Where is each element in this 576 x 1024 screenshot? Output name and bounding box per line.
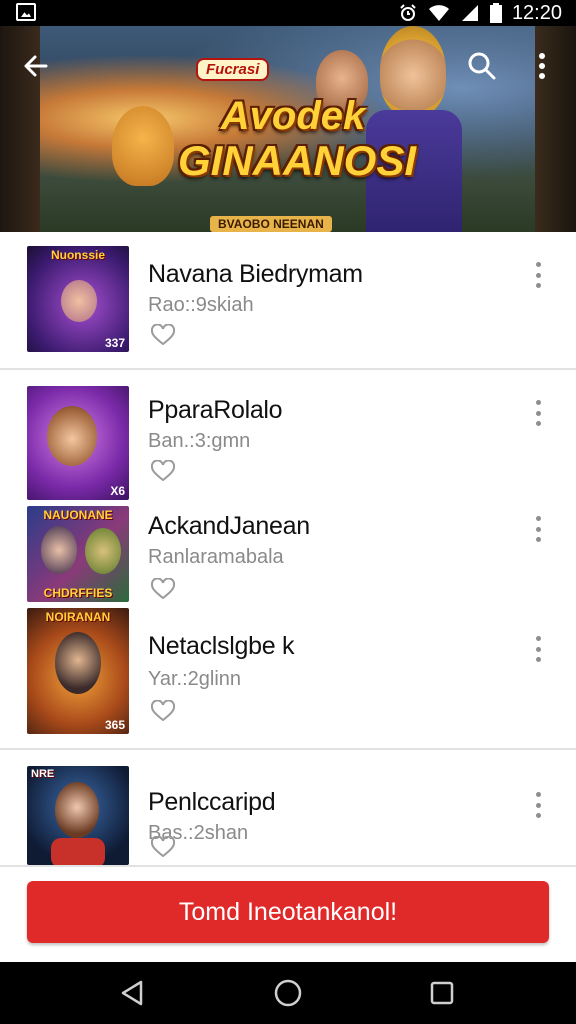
- overflow-menu-button[interactable]: [522, 46, 562, 86]
- triangle-back-icon: [121, 980, 143, 1006]
- nav-back-button[interactable]: [112, 976, 152, 1010]
- hero-subtitle: BVAOBO NEENAN: [210, 216, 332, 232]
- battery-icon: [489, 3, 502, 23]
- game-thumbnail: Nuonssie 337: [27, 246, 129, 352]
- thumbnail-number: X6: [110, 484, 125, 498]
- thumbnail-caption: NOIRANAN: [45, 610, 111, 624]
- thumbnail-character: [61, 280, 97, 322]
- list-item[interactable]: Nuonssie 337 Navana Biedrymam Rao::9skia…: [0, 232, 576, 368]
- hero-badge: Fucrasi: [196, 58, 270, 81]
- alarm-icon: [400, 4, 416, 21]
- thumbnail-number: 337: [104, 336, 125, 350]
- item-more-button[interactable]: [530, 792, 546, 818]
- heart-icon[interactable]: [150, 836, 176, 858]
- wifi-icon: [428, 5, 449, 21]
- hero-title-line1: Avodek: [220, 94, 366, 138]
- list-item[interactable]: NOIRANAN 365 Netaclslgbe k Yar.:2glinn: [0, 606, 576, 746]
- gallery-notification-icon: [16, 3, 36, 21]
- circle-home-icon: [274, 979, 302, 1007]
- heart-icon[interactable]: [150, 460, 176, 482]
- creature-character: [112, 106, 174, 186]
- more-vertical-icon: [539, 53, 545, 79]
- list-item[interactable]: X6 PparaRolalo Ban.:3:gmn: [0, 370, 576, 506]
- system-navigation-bar: [0, 962, 576, 1024]
- status-bar: 12:20: [0, 0, 576, 26]
- square-recents-icon: [430, 981, 454, 1005]
- arrow-left-icon: [24, 55, 48, 77]
- item-more-button[interactable]: [530, 636, 546, 662]
- list-item[interactable]: NRE Penlccaripd Bas.:2shan: [0, 750, 576, 865]
- list-item[interactable]: NAUONANE CHDRFFIES AckandJanean Ranlaram…: [0, 504, 576, 606]
- item-subtitle: Ban.:3:gmn: [148, 430, 251, 452]
- thumbnail-character: [85, 528, 121, 574]
- item-title: Netaclslgbe k: [148, 632, 295, 660]
- item-more-button[interactable]: [530, 262, 546, 288]
- search-icon: [468, 52, 496, 80]
- item-subtitle: Yar.:2glinn: [148, 668, 242, 690]
- item-title: PparaRolalo: [148, 396, 283, 424]
- item-more-button[interactable]: [530, 400, 546, 426]
- thumbnail-character: [41, 526, 77, 574]
- heart-icon[interactable]: [150, 324, 176, 346]
- hero-title: Avodek GINAANOSI: [178, 94, 417, 184]
- thumbnail-caption: Nuonssie: [50, 248, 105, 262]
- item-subtitle: Ranlaramabala: [148, 546, 284, 568]
- item-more-button[interactable]: [530, 516, 546, 542]
- thumbnail-character: [47, 406, 97, 466]
- thumbnail-number: 365: [104, 718, 125, 732]
- thumbnail-character: [55, 632, 101, 694]
- status-icons: 12:20: [398, 0, 562, 26]
- item-title: Penlccaripd: [148, 788, 276, 816]
- status-time: 12:20: [511, 1, 562, 24]
- signal-icon: [461, 5, 478, 21]
- back-button[interactable]: [16, 46, 56, 86]
- thumbnail-caption: NAUONANE: [43, 508, 113, 522]
- cta-container: Tomd Ineotankanol!: [0, 865, 576, 962]
- cta-top-divider: [0, 865, 576, 867]
- game-thumbnail: NRE: [27, 766, 129, 865]
- thumbnail-character-outfit: [51, 838, 105, 865]
- heart-icon[interactable]: [150, 578, 176, 600]
- primary-action-button[interactable]: Tomd Ineotankanol!: [27, 881, 549, 943]
- thumbnail-number: CHDRFFIES: [43, 586, 113, 600]
- thumbnail-caption: NRE: [31, 768, 55, 780]
- hero-banner: Fucrasi Avodek GINAANOSI BVAOBO NEENAN: [0, 26, 576, 232]
- heart-icon[interactable]: [150, 700, 176, 722]
- game-thumbnail: NOIRANAN 365: [27, 608, 129, 734]
- thumbnail-character: [55, 782, 99, 838]
- game-thumbnail: NAUONANE CHDRFFIES: [27, 506, 129, 602]
- nav-recents-button[interactable]: [422, 976, 462, 1010]
- item-title: AckandJanean: [148, 512, 310, 540]
- hero-title-line2: GINAANOSI: [178, 137, 417, 184]
- nav-home-button[interactable]: [268, 976, 308, 1010]
- item-title: Navana Biedrymam: [148, 260, 363, 288]
- search-button[interactable]: [462, 46, 502, 86]
- item-subtitle: Rao::9skiah: [148, 294, 254, 316]
- game-thumbnail: X6: [27, 386, 129, 500]
